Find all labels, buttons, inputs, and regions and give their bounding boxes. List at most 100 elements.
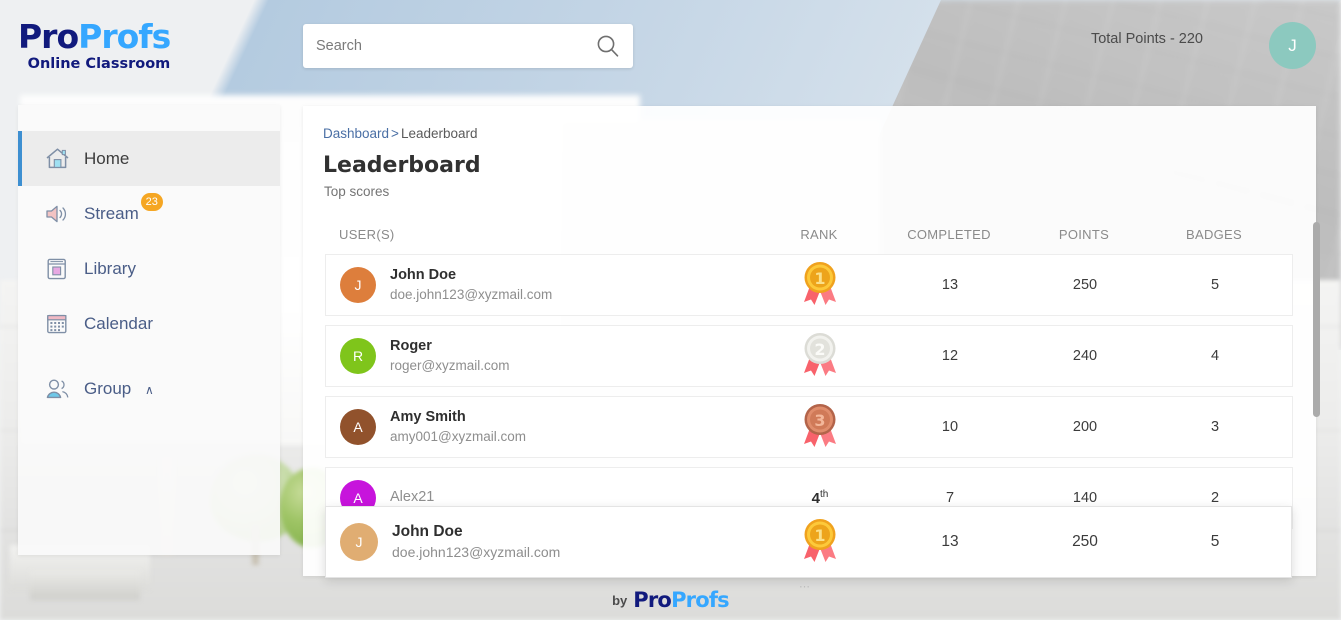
table-row[interactable]: A Amy Smith amy001@xyzmail.com 3 10 200 …: [325, 396, 1293, 458]
rank-cell: 2: [760, 331, 880, 382]
sidebar-item-home[interactable]: Home: [18, 131, 280, 186]
rank-number: 4: [811, 490, 820, 507]
avatar: A: [340, 409, 376, 445]
breadcrumb-separator: >: [391, 126, 399, 141]
sidebar-item-label-library: Library: [84, 258, 136, 278]
svg-text:3: 3: [814, 411, 825, 430]
sidebar-item-library[interactable]: Library: [18, 241, 280, 296]
avatar: J: [340, 267, 376, 303]
completed-cell: 7: [945, 490, 955, 506]
rank-cell: 1: [760, 260, 880, 311]
user-avatar-initial: J: [1288, 35, 1297, 55]
completed-cell: 10: [941, 419, 959, 435]
sidebar-item-stream[interactable]: Stream 23: [18, 186, 280, 241]
group-icon: [44, 376, 78, 402]
badges-cell: 5: [1210, 533, 1220, 550]
badges-cell: 5: [1210, 277, 1220, 293]
avatar: R: [340, 338, 376, 374]
table-row[interactable]: J John Doe doe.john123@xyzmail.com 1 13 …: [325, 254, 1293, 316]
svg-text:1: 1: [814, 526, 825, 545]
logo-tagline: Online Classroom: [27, 56, 171, 72]
current-user-row[interactable]: J John Doe doe.john123@xyzmail.com 1 13 …: [325, 506, 1292, 578]
footer-logo-profs: Profs: [671, 588, 730, 612]
rank-cell: 4th: [760, 489, 880, 507]
user-name: Roger: [390, 338, 432, 355]
user-email: doe.john123@xyzmail.com: [390, 286, 553, 302]
user-email: doe.john123@xyzmail.com: [392, 544, 561, 561]
svg-text:2: 2: [814, 340, 825, 359]
table-scrollbar[interactable]: [1313, 222, 1320, 580]
sidebar-item-group[interactable]: Group ∧: [18, 361, 280, 416]
badges-cell: 4: [1210, 348, 1220, 364]
sidebar-item-label-group: Group ∧: [84, 378, 154, 398]
column-header-badges: BADGES: [1186, 226, 1242, 242]
sidebar-item-label-home: Home: [84, 148, 130, 168]
column-header-points: POINTS: [1058, 226, 1110, 242]
avatar-initial: J: [354, 277, 362, 293]
badges-cell: 2: [1210, 490, 1220, 506]
avatar-initial: A: [353, 490, 363, 506]
logo-profs: Profs: [78, 17, 171, 56]
medal-gold-icon: 1: [798, 260, 842, 306]
avatar-initial: A: [353, 419, 363, 435]
points-cell: 200: [1072, 419, 1098, 435]
user-name: John Doe: [392, 523, 463, 541]
sidebar-item-calendar[interactable]: Calendar: [18, 296, 280, 351]
rank-suffix: th: [820, 489, 829, 500]
search-icon[interactable]: [595, 33, 621, 59]
user-email: amy001@xyzmail.com: [390, 428, 526, 444]
points-cell: 250: [1072, 277, 1098, 293]
svg-text:1: 1: [814, 269, 825, 288]
stream-badge-count: 23: [140, 192, 163, 211]
breadcrumb-dashboard[interactable]: Dashboard: [323, 126, 389, 141]
rank-cell: 1: [760, 517, 880, 568]
column-header-rank: RANK: [800, 226, 838, 242]
column-header-completed: COMPLETED: [907, 226, 991, 242]
home-icon: [44, 146, 78, 171]
completed-cell: 13: [941, 277, 959, 293]
footer: by ProProfs: [0, 588, 1341, 612]
points-cell: 140: [1072, 490, 1098, 506]
table-header-row: USER(S) RANK COMPLETED POINTS BADGES: [325, 214, 1293, 254]
sidebar-item-label-stream: Stream 23: [84, 192, 163, 224]
total-points-label: Total Points - 220: [1090, 31, 1203, 47]
footer-proprofs-logo[interactable]: ProProfs: [633, 588, 729, 612]
app-header: ProProfs Online Classroom Total Points -…: [0, 0, 1341, 92]
search-box[interactable]: [303, 24, 633, 68]
proprofs-logo[interactable]: ProProfs Online Classroom: [18, 17, 171, 72]
table-row[interactable]: R Roger roger@xyzmail.com 2 12 240 4: [325, 325, 1293, 387]
sidebar: Home Stream 23 Library Calendar Group ∧: [18, 105, 280, 555]
user-name: Amy Smith: [390, 409, 466, 426]
book-icon: [44, 256, 78, 282]
medal-silver-icon: 2: [798, 331, 842, 377]
calendar-icon: [44, 311, 78, 337]
column-header-users: USER(S): [339, 226, 395, 242]
rank-cell: 3: [760, 402, 880, 453]
breadcrumb-current: Leaderboard: [400, 126, 478, 141]
breadcrumb: Dashboard > Leaderboard: [303, 106, 1316, 141]
medal-bronze-icon: 3: [798, 402, 842, 448]
completed-cell: 12: [941, 348, 959, 364]
sidebar-item-label-calendar: Calendar: [84, 313, 153, 333]
badges-cell: 3: [1210, 419, 1220, 435]
avatar-initial: R: [352, 348, 364, 364]
page-title: Leaderboard: [323, 153, 481, 178]
drag-handle-icon[interactable]: ⋯: [799, 580, 812, 593]
footer-logo-pro: Pro: [633, 588, 672, 612]
page-subtitle: Top scores: [324, 184, 390, 199]
avatar: J: [340, 523, 378, 561]
scrollbar-thumb[interactable]: [1313, 222, 1320, 417]
search-input[interactable]: [303, 38, 595, 54]
footer-by-label: by: [612, 592, 628, 608]
user-avatar[interactable]: J: [1269, 22, 1316, 69]
user-name: John Doe: [390, 267, 457, 284]
user-email: roger@xyzmail.com: [390, 357, 510, 373]
avatar-initial: J: [355, 534, 363, 550]
medal-gold-icon: 1: [798, 517, 842, 563]
chevron-up-icon[interactable]: ∧: [145, 383, 154, 397]
speaker-icon: [44, 202, 78, 226]
logo-pro: Pro: [18, 17, 79, 56]
points-cell: 240: [1072, 348, 1098, 364]
completed-cell: 13: [941, 533, 959, 550]
user-name: Alex21: [390, 489, 435, 506]
